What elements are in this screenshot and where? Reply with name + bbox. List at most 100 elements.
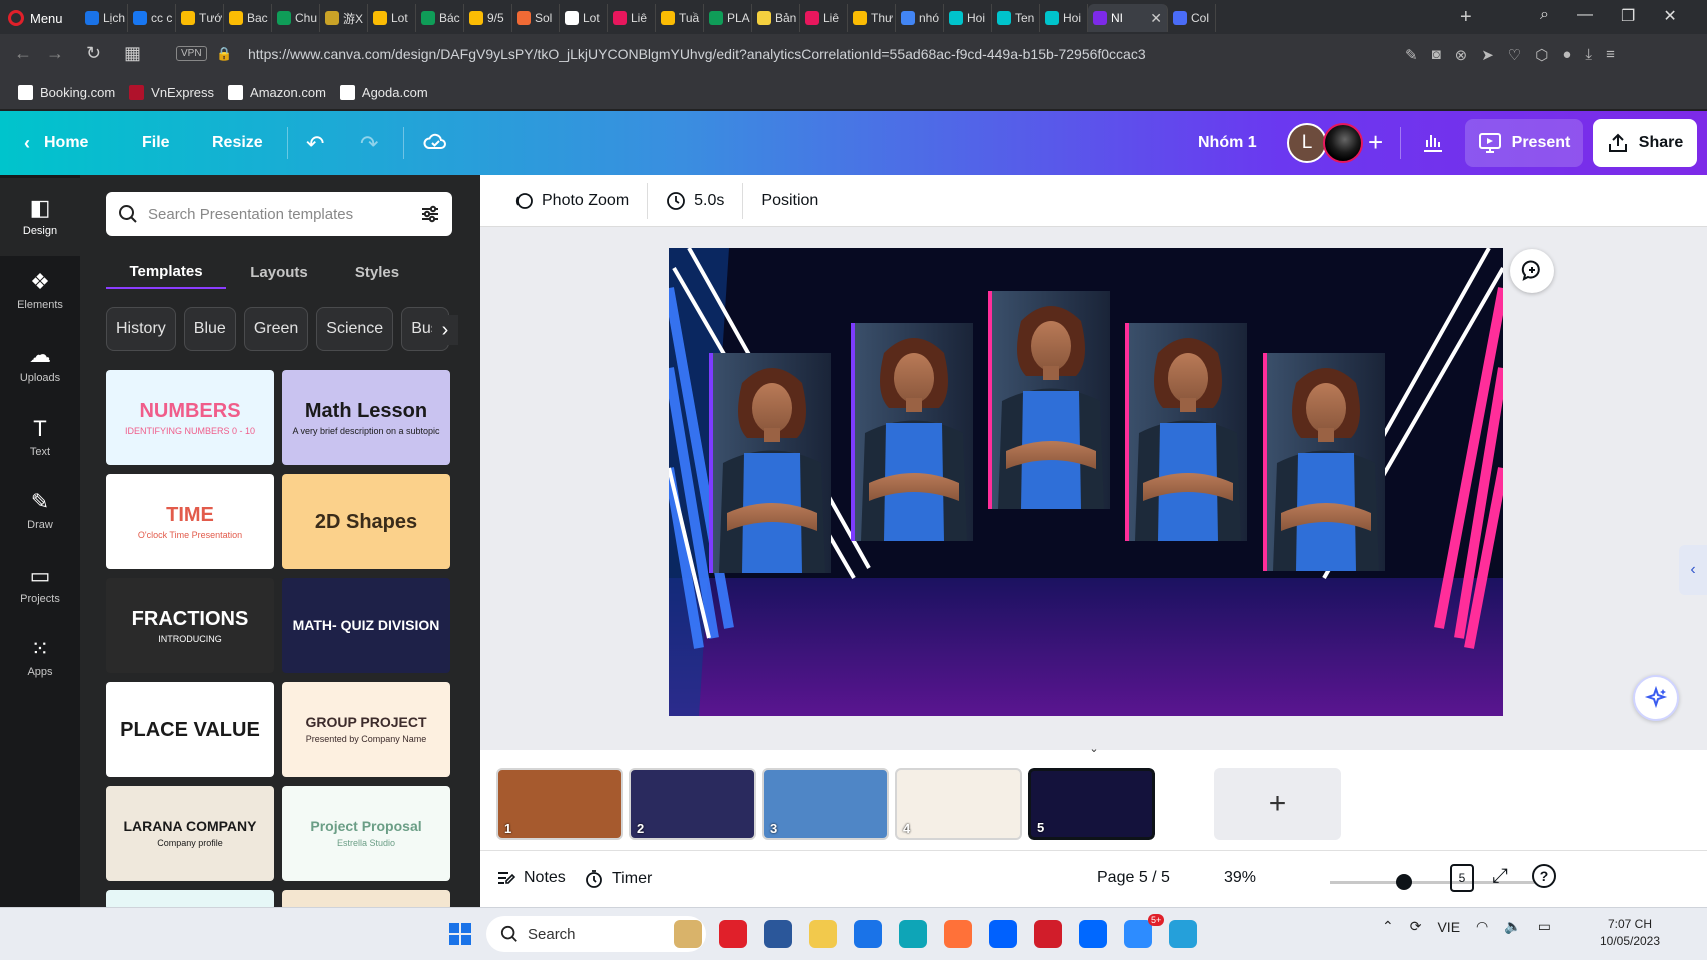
template-card[interactable]: LARANA COMPANY Company profile — [106, 786, 274, 881]
tab-layouts[interactable]: Layouts — [226, 255, 332, 289]
browser-tab[interactable]: cc c — [128, 4, 176, 32]
url-field[interactable]: https://www.canva.com/design/DAFgV9yLsPY… — [248, 46, 1398, 62]
avatar[interactable] — [1323, 123, 1363, 163]
volume-icon[interactable]: 🔈 — [1504, 918, 1521, 935]
template-card[interactable]: PLACE VALUE — [106, 682, 274, 777]
page-thumbnail[interactable]: 1 — [496, 768, 623, 840]
tab-templates[interactable]: Templates — [106, 255, 226, 289]
redo-icon[interactable]: ↷ — [360, 131, 378, 157]
browser-tab[interactable]: Lot — [368, 4, 416, 32]
portrait-frame[interactable] — [709, 353, 831, 573]
page-thumbnail[interactable]: 3 — [762, 768, 889, 840]
language-indicator[interactable]: VIE — [1437, 919, 1460, 935]
page-thumbnail[interactable]: 4 — [895, 768, 1022, 840]
file-explorer-icon[interactable] — [674, 920, 702, 948]
portrait-frame[interactable] — [851, 323, 973, 541]
back-icon[interactable]: ← — [14, 43, 32, 64]
bookmark-item[interactable]: Amazon.com — [228, 85, 326, 100]
firefox-icon[interactable] — [944, 920, 972, 948]
rail-item-projects[interactable]: ▭ Projects — [0, 546, 80, 624]
restore-icon[interactable]: ❐ — [1621, 6, 1635, 26]
browser-tab[interactable]: Sol — [512, 4, 560, 32]
windows-start-icon[interactable] — [448, 922, 472, 946]
portrait-frame[interactable] — [988, 291, 1110, 509]
page-indicator[interactable]: Page 5 / 5 — [1097, 869, 1170, 887]
photo-zoom-button[interactable]: Photo Zoom — [496, 182, 649, 219]
browser-tab[interactable]: Bác — [416, 4, 464, 32]
opera-icon[interactable] — [719, 920, 747, 948]
cloud-saved-icon[interactable] — [422, 129, 448, 155]
browser-tab-active[interactable]: NI ✕ — [1088, 4, 1168, 32]
team-name[interactable]: Nhóm 1 — [1198, 111, 1257, 175]
browser-tab[interactable]: Liê — [608, 4, 656, 32]
new-tab-icon[interactable]: + — [1460, 6, 1472, 29]
browser-menu-button[interactable]: Menu — [8, 6, 63, 30]
dropbox-icon[interactable] — [989, 920, 1017, 948]
duration-button[interactable]: 5.0s — [648, 182, 744, 219]
template-card[interactable]: NUMBERS IDENTIFYING NUMBERS 0 - 10 — [106, 370, 274, 465]
browser-tab[interactable]: Lot — [560, 4, 608, 32]
camera-icon[interactable]: ◙ — [1432, 46, 1441, 64]
browser-tab[interactable]: Bac — [224, 4, 272, 32]
browser-tab[interactable]: Ten — [992, 4, 1040, 32]
page-thumbnail[interactable]: 2 — [629, 768, 756, 840]
tab-styles[interactable]: Styles — [332, 255, 422, 289]
rail-item-apps[interactable]: ⁙ Apps — [0, 619, 80, 697]
browser-tab[interactable]: Bản — [752, 4, 800, 32]
present-button[interactable]: Present — [1465, 119, 1583, 167]
browser-tab[interactable]: Chu — [272, 4, 320, 32]
chip-green[interactable]: Green — [243, 307, 309, 351]
clock[interactable]: 7:07 CH 10/05/2023 — [1590, 916, 1670, 950]
avatar[interactable]: L — [1287, 123, 1327, 163]
heart-icon[interactable]: ♡ — [1508, 46, 1521, 64]
mail-icon[interactable] — [854, 920, 882, 948]
bookmark-item[interactable]: Booking.com — [18, 85, 115, 100]
word-icon[interactable] — [764, 920, 792, 948]
resize-button[interactable]: Resize — [212, 111, 263, 175]
browser-tab[interactable]: Hoi — [1040, 4, 1088, 32]
timer-button[interactable]: Timer — [584, 869, 652, 889]
insights-icon[interactable] — [1420, 129, 1446, 155]
browser-tab[interactable]: Hoi — [944, 4, 992, 32]
rail-item-draw[interactable]: ✎ Draw — [0, 472, 80, 550]
grid-view-button[interactable]: 5 — [1450, 864, 1474, 892]
template-card[interactable]: 2D Shapes — [282, 474, 450, 569]
chevron-down-icon[interactable]: ⌄ — [1084, 742, 1104, 755]
download-icon[interactable]: ⤓ — [1585, 46, 1592, 64]
chip-blue[interactable]: Blue — [183, 307, 236, 351]
close-tab-icon[interactable]: ✕ — [1150, 10, 1162, 27]
chip-history[interactable]: History — [106, 307, 176, 351]
lock-icon[interactable]: 🔒 — [216, 46, 232, 62]
rail-item-design[interactable]: ◧ Design — [0, 178, 80, 256]
reload-icon[interactable]: ↻ — [86, 43, 101, 64]
minimize-icon[interactable]: — — [1577, 6, 1593, 26]
tray-overflow-icon[interactable]: ⌃ — [1382, 918, 1394, 935]
file-menu-button[interactable]: File — [142, 111, 170, 175]
notepad-icon[interactable] — [1169, 920, 1197, 948]
zoom-icon[interactable] — [1124, 920, 1152, 948]
fullscreen-icon[interactable]: ⤢ — [1492, 865, 1508, 888]
sync-icon[interactable]: ⟳ — [1410, 918, 1422, 935]
rail-item-elements[interactable]: ❖ Elements — [0, 252, 80, 330]
edge-icon[interactable] — [899, 920, 927, 948]
browser-tab[interactable]: 9/5 — [464, 4, 512, 32]
magic-assistant-button[interactable] — [1633, 675, 1679, 721]
browser-tab[interactable]: Thư — [848, 4, 896, 32]
help-icon[interactable]: ? — [1532, 864, 1556, 888]
chevron-right-icon[interactable]: › — [432, 315, 458, 345]
chip-science[interactable]: Science — [316, 307, 394, 351]
bookmark-item[interactable]: Agoda.com — [339, 85, 428, 100]
send-icon[interactable]: ➤ — [1481, 46, 1494, 64]
adblock-icon[interactable]: ⊗ — [1455, 46, 1468, 64]
battery-icon[interactable]: ▭ — [1538, 918, 1551, 935]
tab-grid-icon[interactable]: ▦ — [124, 43, 141, 64]
edit-icon[interactable]: ✎ — [1405, 46, 1418, 64]
easy-setup-icon[interactable]: ≡ — [1606, 46, 1615, 64]
side-panel-toggle[interactable]: ‹ — [1679, 545, 1707, 595]
home-button[interactable]: ‹ Home — [24, 111, 88, 175]
template-card[interactable]: GROUP PROJECT Presented by Company Name — [282, 682, 450, 777]
notes-button[interactable]: Notes — [496, 869, 566, 887]
browser-tab[interactable]: Tuầ — [656, 4, 704, 32]
zoom-level[interactable]: 39% — [1224, 869, 1256, 887]
share-button[interactable]: Share — [1593, 119, 1697, 167]
